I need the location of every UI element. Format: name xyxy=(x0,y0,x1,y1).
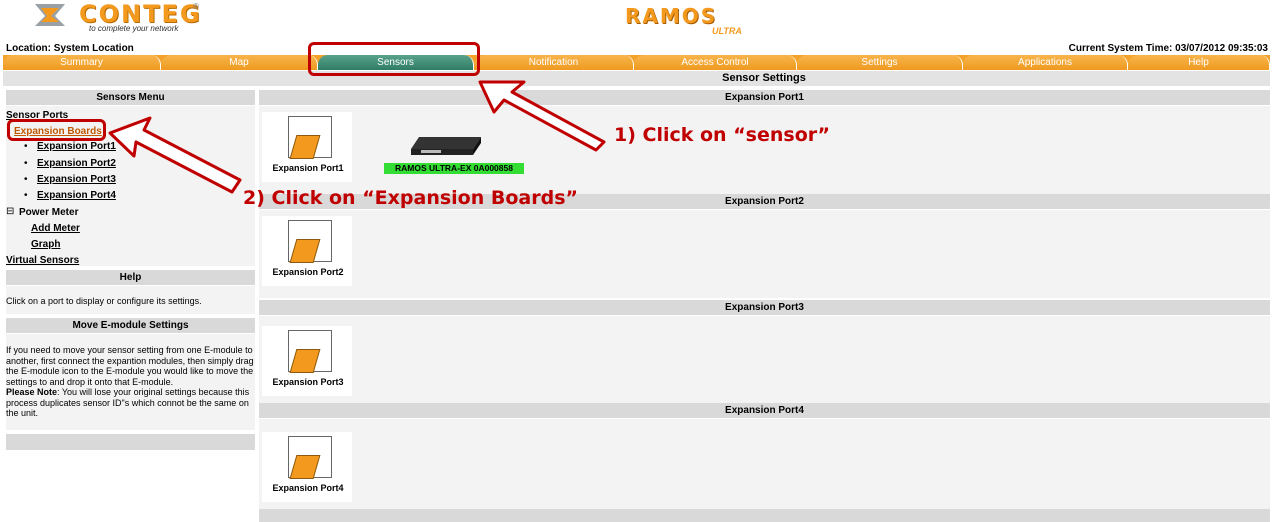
arrow-to-expansion-boards-icon xyxy=(108,116,242,194)
arrow-to-sensors-icon xyxy=(478,80,606,152)
step2-callout: 2) Click on “Expansion Boards” xyxy=(243,187,579,209)
annotation-arrows xyxy=(108,80,606,194)
step1-callout: 1) Click on “sensor” xyxy=(614,124,830,146)
